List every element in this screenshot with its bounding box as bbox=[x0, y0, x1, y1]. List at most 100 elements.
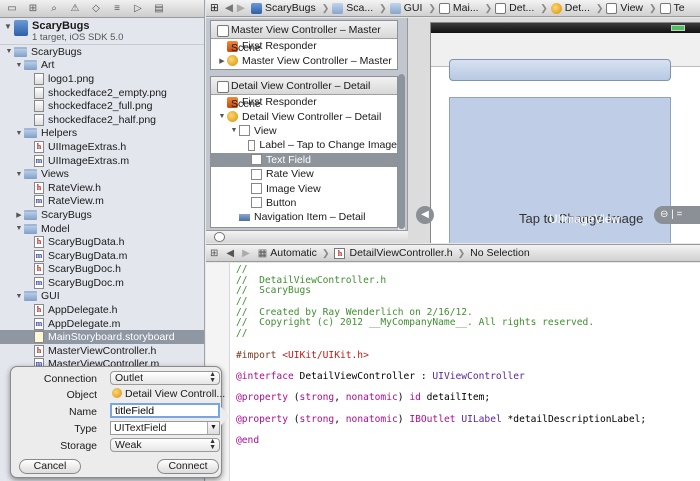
search-icon[interactable]: ⌕ bbox=[48, 3, 60, 15]
disclosure-open-icon[interactable]: ▼ bbox=[14, 130, 24, 137]
outline-row[interactable]: Text Field bbox=[211, 152, 397, 167]
code-line[interactable]: @property (strong, nonatomic) id detailI… bbox=[236, 392, 646, 404]
code-line[interactable]: // Copyright (c) 2012 __MyCompanyName__.… bbox=[236, 318, 646, 329]
file-row[interactable]: logo1.png bbox=[0, 72, 204, 86]
zoom-out-icon[interactable]: ⊖ bbox=[660, 209, 668, 220]
collapse-outline-button[interactable]: ◀ bbox=[416, 206, 434, 224]
disclosure-open-icon[interactable]: ▼ bbox=[229, 127, 239, 134]
file-row[interactable]: h RateView.h bbox=[0, 181, 204, 195]
file-row[interactable]: h ScaryBugDoc.h bbox=[0, 263, 204, 277]
code-line[interactable]: @interface DetailViewController : UIView… bbox=[236, 371, 646, 383]
outline-row[interactable]: Rate View bbox=[211, 167, 397, 181]
file-row[interactable]: m RateView.m bbox=[0, 195, 204, 209]
scrollbar-thumb[interactable] bbox=[398, 74, 405, 229]
code-line[interactable]: @property (strong, nonatomic) IBOutlet U… bbox=[236, 413, 646, 426]
disclosure-open-icon[interactable]: ▼ bbox=[14, 171, 24, 178]
connect-button[interactable]: Connect bbox=[157, 459, 219, 474]
storyboard-canvas[interactable]: Tap to Change Image UIImageView ◀ ⊖ | = bbox=[408, 18, 700, 243]
outline-row[interactable]: Image View bbox=[211, 181, 397, 195]
back-arrow-icon[interactable]: ◀ bbox=[225, 2, 233, 14]
file-row[interactable]: m ScaryBugDoc.m bbox=[0, 276, 204, 290]
disclosure-open-icon[interactable]: ▼ bbox=[14, 225, 24, 232]
jump-bar-item[interactable]: Te bbox=[659, 2, 685, 14]
related-items-icon[interactable]: ⊞ bbox=[210, 248, 218, 259]
disclosure-closed-icon[interactable]: ▶ bbox=[14, 211, 24, 219]
editor-selection[interactable]: No Selection bbox=[470, 247, 530, 259]
symbol-icon[interactable]: ⊞ bbox=[27, 3, 39, 15]
master-scene-title[interactable]: Master View Controller – Master Scene bbox=[211, 21, 397, 54]
zoom-fit-icon[interactable]: = bbox=[677, 209, 683, 220]
master-scene[interactable]: Master View Controller – Master Scene Fi… bbox=[210, 20, 398, 70]
folder-row[interactable]: ▼ Art bbox=[0, 59, 204, 73]
back-arrow-icon[interactable]: ◀ bbox=[226, 248, 234, 259]
outline-row[interactable]: Label – Tap to Change Image bbox=[211, 138, 397, 152]
code-text[interactable]: //// DetailViewController.h// ScaryBugs /… bbox=[236, 264, 646, 447]
related-items-icon[interactable]: ⊞ bbox=[210, 2, 219, 14]
outline-filter-bar[interactable] bbox=[206, 230, 408, 243]
text-field-view[interactable] bbox=[449, 59, 671, 81]
file-row[interactable]: shockedface2_half.png bbox=[0, 113, 204, 127]
jump-bar-item[interactable]: Mai... bbox=[438, 2, 479, 14]
file-row[interactable]: h AppDelegate.h bbox=[0, 303, 204, 317]
forward-arrow-icon[interactable]: ▶ bbox=[242, 248, 250, 259]
code-editor[interactable]: //// DetailViewController.h// ScaryBugs /… bbox=[206, 263, 700, 481]
test-icon[interactable]: ◇ bbox=[90, 3, 102, 15]
jump-bar-item[interactable]: GUI bbox=[389, 2, 422, 14]
type-combo[interactable]: UITextField ▼ bbox=[110, 421, 220, 435]
outline-row[interactable]: Button bbox=[211, 196, 397, 210]
connection-select[interactable]: Outlet ▲ ▼ bbox=[110, 371, 220, 385]
file-row[interactable]: m UIImageExtras.m bbox=[0, 154, 204, 168]
code-line[interactable]: @end bbox=[236, 435, 646, 447]
warning-icon[interactable]: ⚠ bbox=[69, 3, 81, 15]
folder-row[interactable]: ▼ Views bbox=[0, 167, 204, 181]
name-input[interactable] bbox=[110, 403, 220, 418]
disclosure-closed-icon[interactable]: ▶ bbox=[217, 57, 227, 65]
disclosure-open-icon[interactable]: ▼ bbox=[4, 22, 14, 31]
file-row[interactable]: m AppDelegate.m bbox=[0, 317, 204, 331]
disclosure-open-icon[interactable]: ▼ bbox=[14, 62, 24, 69]
disclosure-open-icon[interactable]: ▼ bbox=[14, 293, 24, 300]
file-row[interactable]: h MasterViewController.h bbox=[0, 344, 204, 358]
code-line[interactable]: // bbox=[236, 328, 646, 340]
folder-row[interactable]: ▼ Model bbox=[0, 222, 204, 236]
folder-icon[interactable]: ▭ bbox=[6, 3, 18, 15]
disclosure-open-icon[interactable]: ▼ bbox=[4, 48, 14, 55]
automatic-mode[interactable]: Automatic bbox=[270, 247, 317, 259]
detail-scene-title[interactable]: Detail View Controller – Detail Scene bbox=[211, 77, 397, 110]
file-row[interactable]: shockedface2_full.png bbox=[0, 99, 204, 113]
jump-bar-item[interactable]: ScaryBugs bbox=[250, 2, 316, 14]
storage-select[interactable]: Weak ▲ ▼ bbox=[110, 438, 220, 452]
disclosure-open-icon[interactable]: ▼ bbox=[217, 113, 227, 120]
jump-bar-item[interactable]: Det... bbox=[550, 2, 590, 14]
jump-bar-item[interactable]: View bbox=[606, 2, 643, 14]
debug-icon[interactable]: ≡ bbox=[111, 3, 123, 15]
editor-file-name[interactable]: DetailViewController.h bbox=[349, 247, 452, 259]
log-icon[interactable]: ▤ bbox=[153, 3, 165, 15]
project-root[interactable]: ▼ ScaryBugs 1 target, iOS SDK 5.0 bbox=[0, 18, 204, 45]
folder-row[interactable]: ▼ GUI bbox=[0, 290, 204, 304]
outline-row[interactable]: ▼ View bbox=[211, 124, 397, 138]
cancel-button[interactable]: Cancel bbox=[19, 459, 81, 474]
folder-row[interactable]: ▶ ScaryBugs bbox=[0, 208, 204, 222]
breakpoint-icon[interactable]: ▷ bbox=[132, 3, 144, 15]
detail-scene[interactable]: Detail View Controller – Detail Scene Fi… bbox=[210, 76, 398, 228]
file-row[interactable]: MainStoryboard.storyboard bbox=[0, 330, 204, 345]
code-line[interactable]: #import <UIKit/UIKit.h> bbox=[236, 350, 646, 362]
chevron-down-icon[interactable]: ▼ bbox=[207, 422, 219, 434]
file-row[interactable]: m ScaryBugData.m bbox=[0, 249, 204, 263]
file-row[interactable]: shockedface2_empty.png bbox=[0, 86, 204, 100]
jump-bar-item[interactable]: Sca... bbox=[332, 2, 373, 14]
outline-scrollbar[interactable] bbox=[398, 74, 405, 242]
code-line[interactable]: // ScaryBugs bbox=[236, 286, 646, 297]
outline-row[interactable]: Navigation Item – Detail bbox=[211, 210, 397, 224]
folder-row[interactable]: ▼ Helpers bbox=[0, 127, 204, 141]
code-line[interactable] bbox=[236, 425, 646, 436]
jump-bar-item[interactable]: Det... bbox=[495, 2, 534, 14]
zoom-controls[interactable]: ⊖ | = bbox=[654, 206, 700, 224]
code-token: nonatomic bbox=[345, 413, 398, 425]
file-row[interactable]: h UIImageExtras.h bbox=[0, 140, 204, 154]
folder-row[interactable]: ▼ ScaryBugs bbox=[0, 45, 204, 59]
filter-icon[interactable] bbox=[214, 232, 225, 242]
file-row[interactable]: h ScaryBugData.h bbox=[0, 235, 204, 249]
forward-arrow-icon[interactable]: ▶ bbox=[237, 2, 245, 14]
